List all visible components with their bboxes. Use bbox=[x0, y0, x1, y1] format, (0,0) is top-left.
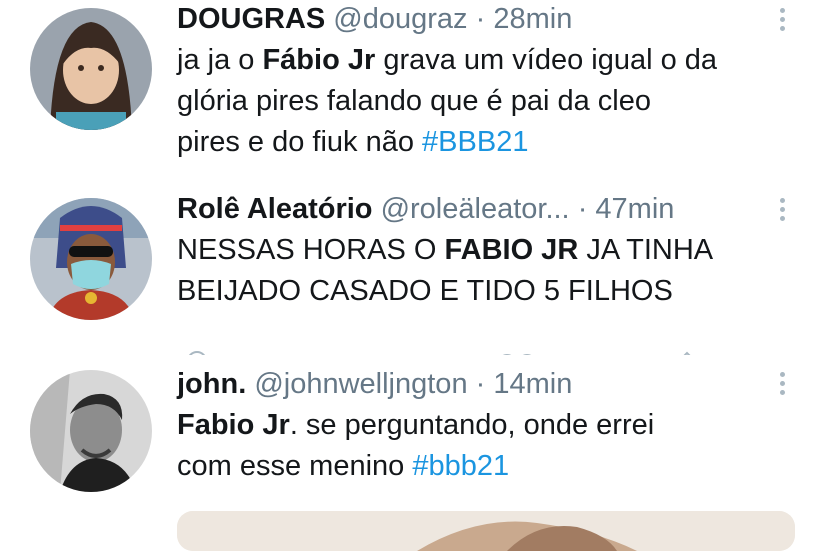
reply-icon bbox=[189, 351, 205, 355]
tweet-2[interactable]: Rolê Aleatório @roleäleator... · 47min N… bbox=[0, 190, 825, 360]
author-name[interactable]: john. bbox=[177, 368, 246, 400]
separator: · bbox=[577, 193, 588, 225]
author-name[interactable]: Rolê Aleatório bbox=[177, 193, 373, 225]
hashtag-link[interactable]: #bbb21 bbox=[412, 450, 509, 482]
separator: · bbox=[475, 368, 486, 400]
more-vertical-icon[interactable] bbox=[777, 8, 787, 31]
author-handle[interactable]: @dougraz bbox=[333, 3, 467, 35]
timestamp[interactable]: 47min bbox=[595, 193, 674, 225]
text-segment: . se perguntando, onde errei bbox=[289, 409, 655, 441]
author-handle[interactable]: @johnwelljngton bbox=[254, 368, 467, 400]
author-name[interactable]: DOUGRAS bbox=[177, 3, 325, 35]
tweet-actions-row bbox=[177, 347, 737, 355]
text-segment: glória pires falando que é pai da cleo bbox=[177, 85, 651, 117]
bold-text: Fábio Jr bbox=[262, 44, 376, 76]
more-vertical-icon[interactable] bbox=[777, 372, 787, 395]
hashtag-link[interactable]: #BBB21 bbox=[422, 126, 528, 158]
text-segment: NESSAS HORAS O bbox=[177, 234, 445, 266]
timestamp[interactable]: 28min bbox=[493, 3, 572, 35]
avatar-image bbox=[30, 8, 152, 130]
avatar-image bbox=[30, 370, 152, 492]
tweet-text: Fabio Jr. se perguntando, onde errei com… bbox=[177, 405, 765, 487]
tweet-header: DOUGRAS @dougraz · 28min bbox=[177, 2, 765, 36]
bold-text: FABIO JR bbox=[444, 234, 579, 266]
tweet-header: Rolê Aleatório @roleäleator... · 47min bbox=[177, 192, 765, 226]
text-segment: BEIJADO CASADO E TIDO 5 FILHOS bbox=[177, 275, 673, 307]
separator: · bbox=[475, 3, 486, 35]
avatar[interactable] bbox=[30, 198, 152, 320]
avatar[interactable] bbox=[30, 8, 152, 130]
share-icon bbox=[683, 351, 691, 355]
text-segment: JA TINHA bbox=[578, 234, 714, 266]
tweet-text: ja ja o Fábio Jr grava um vídeo igual o … bbox=[177, 40, 765, 163]
text-segment: ja ja o bbox=[177, 44, 263, 76]
tweet-header: john. @johnwelljngton · 14min bbox=[177, 367, 765, 401]
bold-text: Fabio Jr bbox=[177, 409, 290, 441]
timestamp[interactable]: 14min bbox=[493, 368, 572, 400]
more-vertical-icon[interactable] bbox=[777, 198, 787, 221]
tweet-text: NESSAS HORAS O FABIO JR JA TINHA BEIJADO… bbox=[177, 230, 765, 312]
avatar[interactable] bbox=[30, 370, 152, 492]
text-segment: pires e do fiuk não bbox=[177, 126, 423, 158]
tweet-1[interactable]: DOUGRAS @dougraz · 28min ja ja o Fábio J… bbox=[0, 0, 825, 190]
media-image bbox=[177, 511, 795, 551]
text-segment: grava um vídeo igual o da bbox=[375, 44, 718, 76]
text-segment: com esse menino bbox=[177, 450, 413, 482]
author-handle[interactable]: @roleäleator... bbox=[381, 193, 570, 225]
avatar-image bbox=[30, 198, 152, 320]
tweet-media-image[interactable] bbox=[177, 511, 795, 551]
